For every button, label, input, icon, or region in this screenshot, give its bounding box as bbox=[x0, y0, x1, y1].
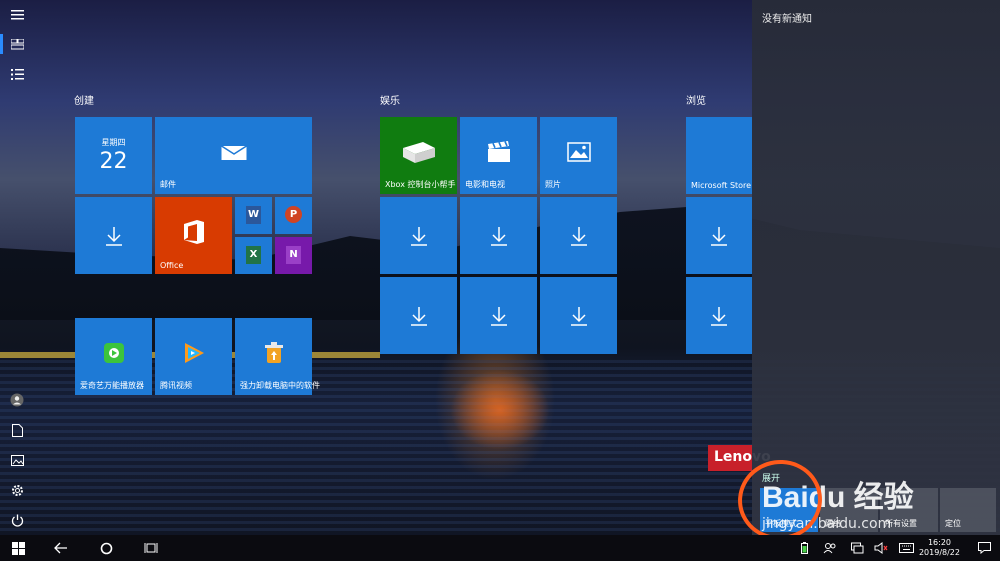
taskbar: 16:20 2019/8/22 bbox=[0, 535, 1000, 561]
action-center-icon[interactable] bbox=[976, 539, 992, 557]
download-tile[interactable] bbox=[75, 197, 152, 274]
download-tile[interactable] bbox=[540, 277, 617, 354]
wallpaper-reflection bbox=[450, 370, 550, 450]
mail-tile[interactable]: 邮件 bbox=[155, 117, 312, 194]
photos-icon bbox=[566, 141, 591, 162]
office-logo-icon bbox=[183, 219, 204, 244]
power-icon[interactable] bbox=[8, 511, 26, 529]
onenote-tile[interactable]: N bbox=[275, 237, 312, 274]
all-apps-icon[interactable] bbox=[8, 65, 26, 83]
tencent-video-icon bbox=[184, 342, 204, 363]
network-icon[interactable] bbox=[850, 539, 864, 557]
office-tile-label: Office bbox=[160, 261, 184, 270]
download-arrow-icon bbox=[410, 306, 427, 326]
keyboard-icon[interactable] bbox=[898, 539, 914, 557]
action-center-panel: 没有新通知 展开 平板模式 网络 所有设置 定位 bbox=[752, 0, 1000, 535]
pinned-tiles-icon[interactable] bbox=[8, 35, 26, 53]
no-new-notifications-text: 没有新通知 bbox=[762, 14, 812, 25]
uninstall-trash-icon bbox=[264, 341, 283, 363]
people-icon[interactable] bbox=[822, 539, 836, 557]
powerpoint-icon: P bbox=[285, 206, 302, 223]
download-tile[interactable] bbox=[460, 277, 537, 354]
settings-gear-icon[interactable] bbox=[8, 481, 26, 499]
download-tile[interactable] bbox=[380, 277, 457, 354]
download-arrow-icon bbox=[490, 306, 507, 326]
onenote-icon: N bbox=[286, 246, 301, 264]
powerpoint-tile[interactable]: P bbox=[275, 197, 312, 234]
xbox-tile[interactable]: Xbox 控制台小帮手 bbox=[380, 117, 457, 194]
download-tile[interactable] bbox=[460, 197, 537, 274]
download-tile[interactable] bbox=[380, 197, 457, 274]
download-tile[interactable] bbox=[686, 277, 752, 354]
office-tile[interactable]: Office bbox=[155, 197, 232, 274]
documents-icon[interactable] bbox=[8, 421, 26, 439]
clapperboard-icon bbox=[487, 140, 510, 162]
microsoft-store-tile-label: Microsoft Store bbox=[691, 181, 752, 190]
cortana-search-icon[interactable] bbox=[97, 539, 115, 557]
start-left-rail bbox=[0, 0, 34, 535]
download-arrow-icon bbox=[570, 226, 587, 246]
task-view-icon[interactable] bbox=[142, 539, 160, 557]
calendar-weekday: 星期四 bbox=[101, 138, 126, 147]
movies-tv-tile[interactable]: 电影和电视 bbox=[460, 117, 537, 194]
calendar-day: 22 bbox=[99, 149, 128, 174]
aiqiyi-tile-label: 爱奇艺万能播放器 bbox=[80, 381, 144, 390]
uninstaller-tile-label: 强力卸载电脑中的软件 bbox=[240, 381, 320, 390]
mail-tile-label: 邮件 bbox=[160, 180, 176, 189]
tencent-video-tile-label: 腾讯视频 bbox=[160, 381, 192, 390]
user-avatar-icon[interactable] bbox=[8, 391, 26, 409]
word-icon: W bbox=[246, 206, 261, 224]
calendar-tile[interactable]: 星期四 22 bbox=[75, 117, 152, 194]
excel-icon: X bbox=[246, 246, 261, 264]
mail-icon bbox=[220, 145, 247, 160]
download-tile[interactable] bbox=[540, 197, 617, 274]
uninstaller-tile[interactable]: 强力卸载电脑中的软件 bbox=[235, 318, 320, 395]
xbox-console-icon bbox=[402, 141, 435, 163]
movies-tv-tile-label: 电影和电视 bbox=[465, 180, 505, 189]
group-label-create: 创建 bbox=[74, 96, 94, 107]
photos-tile-label: 照片 bbox=[545, 180, 561, 189]
pictures-icon[interactable] bbox=[8, 451, 26, 469]
back-arrow-icon[interactable] bbox=[52, 539, 70, 557]
battery-icon[interactable] bbox=[798, 539, 810, 557]
microsoft-store-tile[interactable]: Microsoft Store bbox=[686, 117, 752, 194]
download-arrow-icon bbox=[410, 226, 427, 246]
active-indicator bbox=[0, 34, 3, 54]
taskbar-clock[interactable]: 16:20 2019/8/22 bbox=[919, 538, 960, 558]
clock-time: 16:20 bbox=[927, 538, 952, 547]
download-arrow-icon bbox=[105, 226, 122, 246]
download-arrow-icon bbox=[570, 306, 587, 326]
group-label-entertainment: 娱乐 bbox=[380, 96, 400, 107]
download-arrow-icon bbox=[711, 306, 727, 326]
photos-tile[interactable]: 照片 bbox=[540, 117, 617, 194]
hamburger-menu-icon[interactable] bbox=[8, 6, 26, 24]
download-tile[interactable] bbox=[686, 197, 752, 274]
tencent-video-tile[interactable]: 腾讯视频 bbox=[155, 318, 232, 395]
download-arrow-icon bbox=[711, 226, 727, 246]
aiqiyi-tile[interactable]: 爱奇艺万能播放器 bbox=[75, 318, 152, 395]
xbox-tile-label: Xbox 控制台小帮手 bbox=[385, 180, 456, 189]
aiqiyi-player-icon bbox=[103, 342, 124, 363]
excel-tile[interactable]: X bbox=[235, 237, 272, 274]
group-label-browse: 浏览 bbox=[686, 96, 706, 107]
clock-date: 2019/8/22 bbox=[918, 548, 960, 557]
windows-start-icon[interactable] bbox=[9, 539, 27, 557]
download-arrow-icon bbox=[490, 226, 507, 246]
word-tile[interactable]: W bbox=[235, 197, 272, 234]
volume-muted-icon[interactable] bbox=[874, 539, 888, 557]
